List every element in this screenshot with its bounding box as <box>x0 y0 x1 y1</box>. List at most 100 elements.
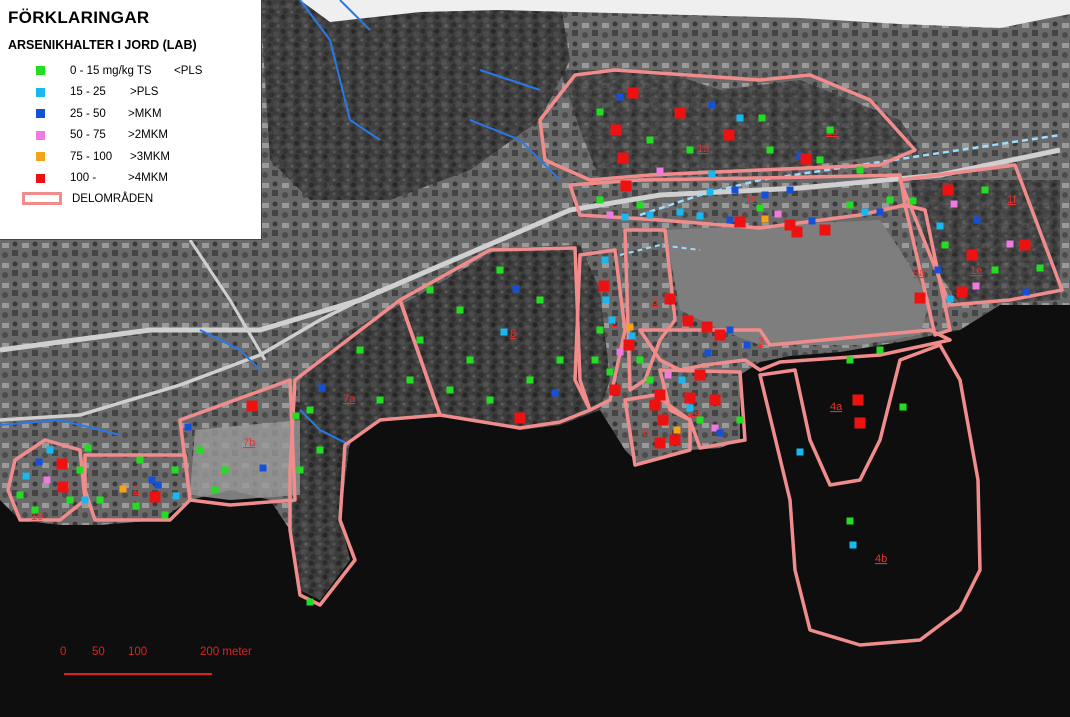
sample-point[interactable] <box>669 434 681 446</box>
sample-point[interactable] <box>861 208 869 216</box>
sample-point[interactable] <box>486 396 494 404</box>
sample-point[interactable] <box>221 466 229 474</box>
sample-point[interactable] <box>846 201 854 209</box>
sample-point[interactable] <box>551 389 559 397</box>
sample-point[interactable] <box>598 280 610 292</box>
sample-point[interactable] <box>306 406 314 414</box>
sample-point[interactable] <box>941 241 949 249</box>
sample-point[interactable] <box>318 384 326 392</box>
sample-point[interactable] <box>171 466 179 474</box>
sample-point[interactable] <box>136 456 144 464</box>
sample-point[interactable] <box>846 517 854 525</box>
sample-point[interactable] <box>601 256 609 264</box>
sample-point[interactable] <box>610 124 622 136</box>
sample-point[interactable] <box>899 403 907 411</box>
sample-point[interactable] <box>826 126 834 134</box>
sample-point[interactable] <box>876 346 884 354</box>
sample-point[interactable] <box>774 210 782 218</box>
sample-point[interactable] <box>446 386 454 394</box>
sample-point[interactable] <box>646 136 654 144</box>
sample-point[interactable] <box>646 376 654 384</box>
sample-point[interactable] <box>35 458 43 466</box>
sample-point[interactable] <box>736 114 744 122</box>
sample-point[interactable] <box>292 412 300 420</box>
sample-point[interactable] <box>46 446 54 454</box>
sample-point[interactable] <box>786 186 794 194</box>
sample-point[interactable] <box>316 446 324 454</box>
sample-point[interactable] <box>57 481 69 493</box>
sample-point[interactable] <box>654 437 666 449</box>
sample-point[interactable] <box>756 204 764 212</box>
sample-point[interactable] <box>211 486 219 494</box>
sample-point[interactable] <box>536 296 544 304</box>
sample-point[interactable] <box>646 211 654 219</box>
sample-point[interactable] <box>656 167 664 175</box>
sample-point[interactable] <box>621 213 629 221</box>
sample-point[interactable] <box>808 217 816 225</box>
sample-point[interactable] <box>636 356 644 364</box>
sample-point[interactable] <box>761 191 769 199</box>
sample-point[interactable] <box>946 295 954 303</box>
sample-point[interactable] <box>426 286 434 294</box>
sample-point[interactable] <box>617 152 629 164</box>
sample-point[interactable] <box>81 496 89 504</box>
sample-point[interactable] <box>726 326 734 334</box>
sample-point[interactable] <box>119 485 127 493</box>
sample-point[interactable] <box>22 472 30 480</box>
sample-point[interactable] <box>714 329 726 341</box>
sample-point[interactable] <box>723 129 735 141</box>
sample-point[interactable] <box>149 491 161 503</box>
sample-point[interactable] <box>1006 240 1014 248</box>
sample-point[interactable] <box>761 215 769 223</box>
sample-point[interactable] <box>466 356 474 364</box>
sample-point[interactable] <box>816 156 824 164</box>
sample-point[interactable] <box>657 414 669 426</box>
sample-point[interactable] <box>914 292 926 304</box>
sample-point[interactable] <box>966 249 978 261</box>
sample-point[interactable] <box>596 326 604 334</box>
sample-point[interactable] <box>716 429 724 437</box>
sample-point[interactable] <box>596 196 604 204</box>
sample-point[interactable] <box>708 101 716 109</box>
sample-point[interactable] <box>950 200 958 208</box>
sample-point[interactable] <box>620 180 632 192</box>
sample-point[interactable] <box>956 286 968 298</box>
sample-point[interactable] <box>1019 239 1031 251</box>
sample-point[interactable] <box>591 356 599 364</box>
sample-point[interactable] <box>736 416 744 424</box>
sample-point[interactable] <box>306 598 314 606</box>
sample-point[interactable] <box>846 356 854 364</box>
sample-point[interactable] <box>496 266 504 274</box>
sample-point[interactable] <box>856 166 864 174</box>
sample-point[interactable] <box>636 201 644 209</box>
sample-point[interactable] <box>76 466 84 474</box>
sample-point[interactable] <box>56 458 68 470</box>
sample-point[interactable] <box>96 496 104 504</box>
sample-point[interactable] <box>758 114 766 122</box>
sample-point[interactable] <box>696 212 704 220</box>
sample-point[interactable] <box>161 511 169 519</box>
sample-point[interactable] <box>973 216 981 224</box>
sample-point[interactable] <box>708 170 716 178</box>
sample-point[interactable] <box>66 496 74 504</box>
sample-point[interactable] <box>791 226 803 238</box>
sample-point[interactable] <box>706 188 714 196</box>
sample-point[interactable] <box>694 369 706 381</box>
sample-point[interactable] <box>616 93 624 101</box>
sample-point[interactable] <box>43 476 51 484</box>
sample-point[interactable] <box>196 446 204 454</box>
sample-point[interactable] <box>886 196 894 204</box>
sample-point[interactable] <box>1036 264 1044 272</box>
sample-point[interactable] <box>942 184 954 196</box>
sample-point[interactable] <box>686 404 694 412</box>
sample-point[interactable] <box>84 444 92 452</box>
sample-point[interactable] <box>673 426 681 434</box>
sample-point[interactable] <box>731 186 739 194</box>
sample-point[interactable] <box>686 146 694 154</box>
sample-point[interactable] <box>704 349 712 357</box>
sample-point[interactable] <box>628 332 636 340</box>
sample-point[interactable] <box>512 285 520 293</box>
sample-point[interactable] <box>623 339 635 351</box>
sample-point[interactable] <box>796 448 804 456</box>
sample-point[interactable] <box>852 394 864 406</box>
